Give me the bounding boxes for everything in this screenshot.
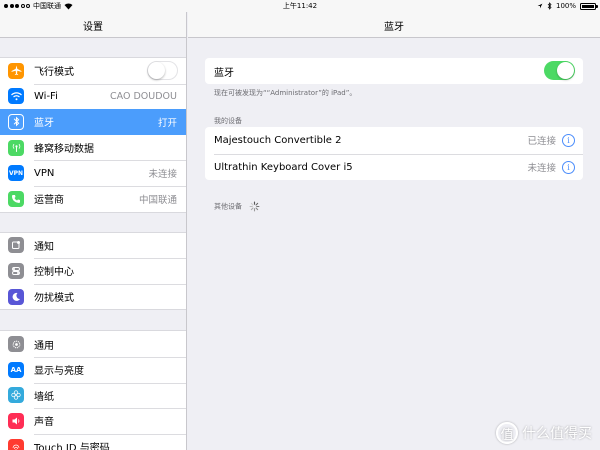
settings-group-connectivity: 飞行模式 Wi-Fi CAO DOUDOU 蓝牙 打开 蜂窝移动数据 VPN V… — [0, 57, 186, 213]
info-icon[interactable]: i — [562, 133, 575, 147]
bluetooth-toggle-switch[interactable] — [544, 61, 575, 80]
sidebar-item-do-not-disturb[interactable]: 勿扰模式 — [0, 283, 186, 310]
airplane-icon — [8, 62, 24, 79]
sidebar-item-label: 蜂窝移动数据 — [34, 144, 94, 156]
sidebar-item-control-center[interactable]: 控制中心 — [0, 258, 186, 284]
sidebar-item-touch-id[interactable]: Touch ID 与密码 — [0, 433, 186, 450]
bluetooth-toggle-label: 蓝牙 — [214, 67, 234, 79]
device-name: Ultrathin Keyboard Cover i5 — [214, 161, 353, 173]
status-bar: 中国联通 上午11:42 100% — [0, 0, 600, 12]
sidebar-item-label: 勿扰模式 — [34, 293, 74, 305]
clock: 上午11:42 — [282, 2, 318, 10]
device-row[interactable]: Majestouch Convertible 2 已连接 i — [205, 127, 583, 154]
sidebar-item-label: 通知 — [34, 241, 54, 253]
sidebar-item-bluetooth[interactable]: 蓝牙 打开 — [0, 109, 186, 135]
my-devices-header: 我的设备 — [214, 117, 242, 125]
gear-icon — [8, 336, 24, 353]
sidebar-item-airplane-mode[interactable]: 飞行模式 — [0, 58, 186, 84]
device-row[interactable]: Ultrathin Keyboard Cover i5 未连接 i — [214, 153, 583, 181]
sidebar-item-carrier[interactable]: 运营商 中国联通 — [0, 185, 186, 212]
battery-percent: 100% — [555, 2, 576, 10]
cellular-icon — [8, 139, 24, 156]
my-devices-list: Majestouch Convertible 2 已连接 i Ultrathin… — [205, 127, 583, 180]
settings-group-general: 通用 AA 显示与亮度 墙纸 声音 Touch ID 与密码 — [0, 330, 186, 450]
bluetooth-icon — [8, 113, 24, 130]
device-status: 已连接 — [527, 136, 556, 148]
sidebar-item-notifications[interactable]: 通知 — [0, 233, 186, 259]
settings-sidebar: 设置 飞行模式 Wi-Fi CAO DOUDOU 蓝牙 打开 蜂窝移动数据 VP… — [0, 0, 187, 450]
sidebar-item-label: VPN — [34, 167, 55, 179]
location-icon — [537, 3, 543, 9]
info-icon[interactable]: i — [562, 160, 575, 174]
bluetooth-detail-pane: 蓝牙 蓝牙 现在可被发现为““Administrator”的 iPad”。 我的… — [188, 0, 600, 450]
carrier-value: 中国联通 — [138, 194, 177, 206]
bluetooth-state-value: 打开 — [157, 117, 177, 129]
display-icon: AA — [8, 361, 24, 378]
wallpaper-icon — [8, 387, 24, 404]
vpn-icon: VPN — [8, 165, 24, 182]
sidebar-item-label: 声音 — [34, 417, 54, 429]
sidebar-item-label: 通用 — [34, 340, 54, 352]
sidebar-item-label: 显示与亮度 — [34, 366, 84, 378]
other-devices-header-row: 其他设备 — [214, 201, 260, 212]
sidebar-item-wallpaper[interactable]: 墙纸 — [0, 382, 186, 409]
phone-icon — [8, 190, 24, 207]
sidebar-item-vpn[interactable]: VPN VPN 未连接 — [0, 160, 186, 186]
sidebar-item-wifi[interactable]: Wi-Fi CAO DOUDOU — [0, 83, 186, 110]
device-status: 未连接 — [527, 163, 556, 175]
settings-group-system: 通知 控制中心 勿扰模式 — [0, 231, 186, 311]
moon-icon — [8, 288, 24, 305]
sidebar-item-label: 蓝牙 — [34, 118, 54, 130]
watermark-text: 什么值得买 — [522, 426, 592, 442]
watermark: 值 什么值得买 — [496, 422, 592, 444]
sidebar-item-label: 运营商 — [34, 195, 64, 207]
bluetooth-status-icon — [547, 2, 552, 10]
sidebar-item-sounds[interactable]: 声音 — [0, 408, 186, 434]
sidebar-item-display-brightness[interactable]: AA 显示与亮度 — [0, 356, 186, 383]
wifi-network-name: CAO DOUDOU — [110, 90, 177, 102]
sidebar-item-label: 飞行模式 — [34, 67, 74, 79]
sidebar-item-label: Wi-Fi — [34, 90, 58, 102]
notifications-icon — [8, 237, 24, 254]
status-right: 100% — [537, 0, 598, 12]
detail-title: 蓝牙 — [384, 22, 404, 33]
sidebar-item-label: 控制中心 — [34, 267, 74, 279]
wifi-icon — [8, 88, 24, 105]
device-name: Majestouch Convertible 2 — [214, 134, 342, 146]
sidebar-item-label: 墙纸 — [34, 391, 54, 403]
watermark-logo: 值 — [496, 422, 518, 444]
settings-title: 设置 — [83, 22, 103, 33]
loading-spinner-icon — [249, 201, 260, 212]
other-devices-header: 其他设备 — [214, 202, 242, 211]
discoverable-hint: 现在可被发现为““Administrator”的 iPad”。 — [214, 89, 357, 97]
sidebar-item-cellular[interactable]: 蜂窝移动数据 — [0, 135, 186, 161]
sidebar-item-general[interactable]: 通用 — [0, 331, 186, 357]
sound-icon — [8, 412, 24, 429]
battery-icon — [580, 2, 598, 10]
sidebar-item-label: Touch ID 与密码 — [34, 443, 110, 450]
airplane-mode-toggle[interactable] — [147, 61, 178, 81]
bluetooth-toggle-row: 蓝牙 — [205, 58, 583, 84]
vpn-status-value: 未连接 — [148, 169, 177, 181]
control-center-icon — [8, 262, 24, 279]
fingerprint-icon — [8, 438, 24, 450]
